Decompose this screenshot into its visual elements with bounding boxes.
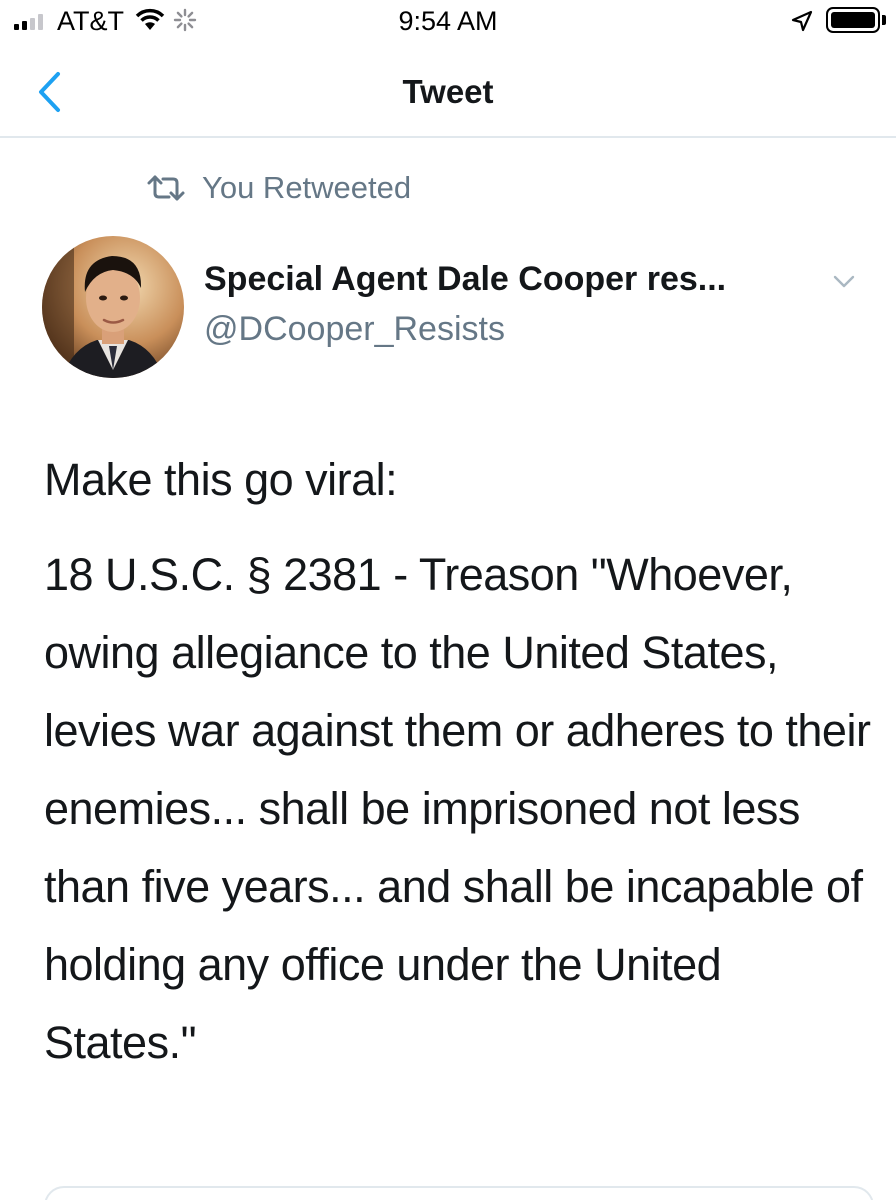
retweet-context: You Retweeted (146, 168, 411, 208)
author-handle[interactable]: @DCooper_Resists (204, 309, 505, 349)
location-arrow-icon (791, 10, 813, 32)
avatar[interactable] (42, 236, 184, 378)
retweet-label: You Retweeted (202, 170, 412, 205)
tweet-text-intro: Make this go viral: (44, 454, 398, 505)
tweet-text-body: 18 U.S.C. § 2381 - Treason "Whoever, owi… (44, 549, 871, 1068)
battery-icon (826, 7, 880, 33)
navigation-bar: Tweet (0, 44, 896, 138)
reply-card-edge (44, 1186, 874, 1200)
page-title: Tweet (402, 73, 494, 110)
chevron-down-icon[interactable] (832, 274, 856, 290)
author-display-name[interactable]: Special Agent Dale Cooper res... (204, 259, 726, 299)
clock: 9:54 AM (398, 6, 498, 36)
retweet-icon (147, 175, 185, 201)
status-bar: AT&T 9:54 AM (0, 0, 896, 44)
battery-nub (882, 15, 886, 25)
tweet-text: Make this go viral: 18 U.S.C. § 2381 - T… (44, 441, 874, 1082)
battery-fill (831, 12, 875, 28)
